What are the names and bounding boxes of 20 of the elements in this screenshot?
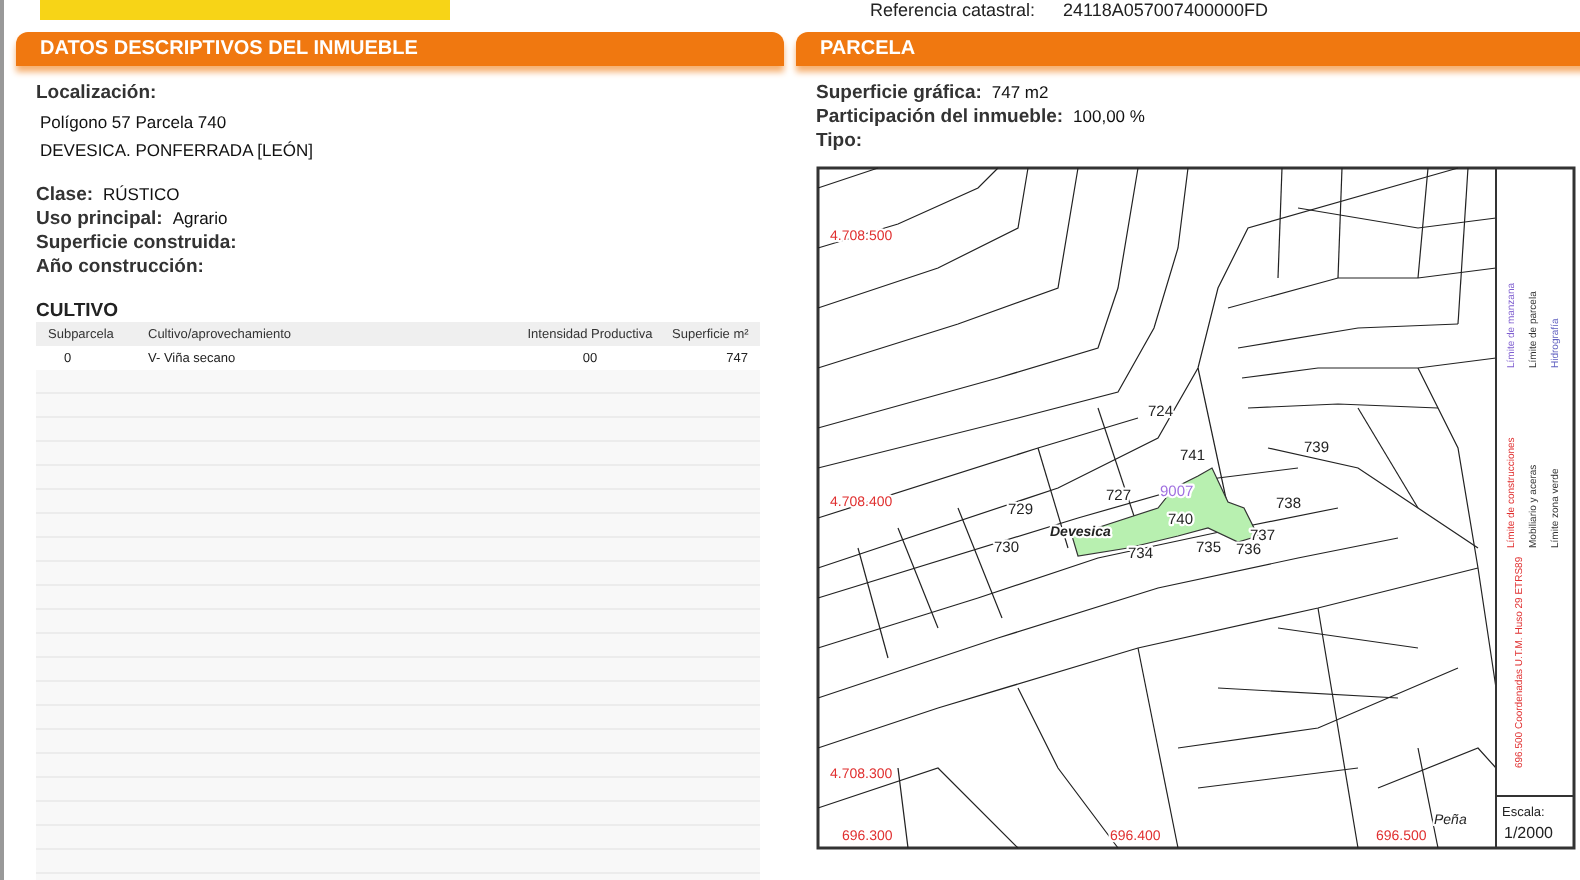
table-title: CULTIVO	[36, 300, 120, 322]
field-label: Clase:	[36, 184, 94, 206]
field-label: Año construcción:	[36, 256, 204, 278]
section-header: PARCELA	[796, 32, 1580, 66]
field-label: Uso principal:	[36, 208, 163, 230]
section-header: DATOS DESCRIPTIVOS DEL INMUEBLE	[16, 32, 784, 66]
field-label: Tipo:	[816, 130, 863, 152]
reference-value: 24118A057007400000FD	[1063, 0, 1268, 22]
scale-value: 1/2000	[1504, 824, 1553, 842]
field-value: 100,00 %	[1073, 106, 1145, 126]
reference-label: Referencia catastral:	[870, 0, 1036, 22]
field-value: RÚSTICO	[103, 184, 180, 204]
address-line: DEVESICA. PONFERRADA [LEÓN]	[40, 140, 316, 160]
field-label: Superficie construida:	[36, 232, 237, 254]
field-value: 747 m2	[991, 82, 1049, 102]
field-label: Participación del inmueble:	[816, 106, 1064, 128]
field-label: Localización:	[36, 82, 159, 104]
address-line: Polígono 57 Parcela 740	[40, 112, 229, 132]
field-value: Agrario	[172, 208, 228, 228]
field-label: Superficie gráfica:	[816, 82, 982, 104]
